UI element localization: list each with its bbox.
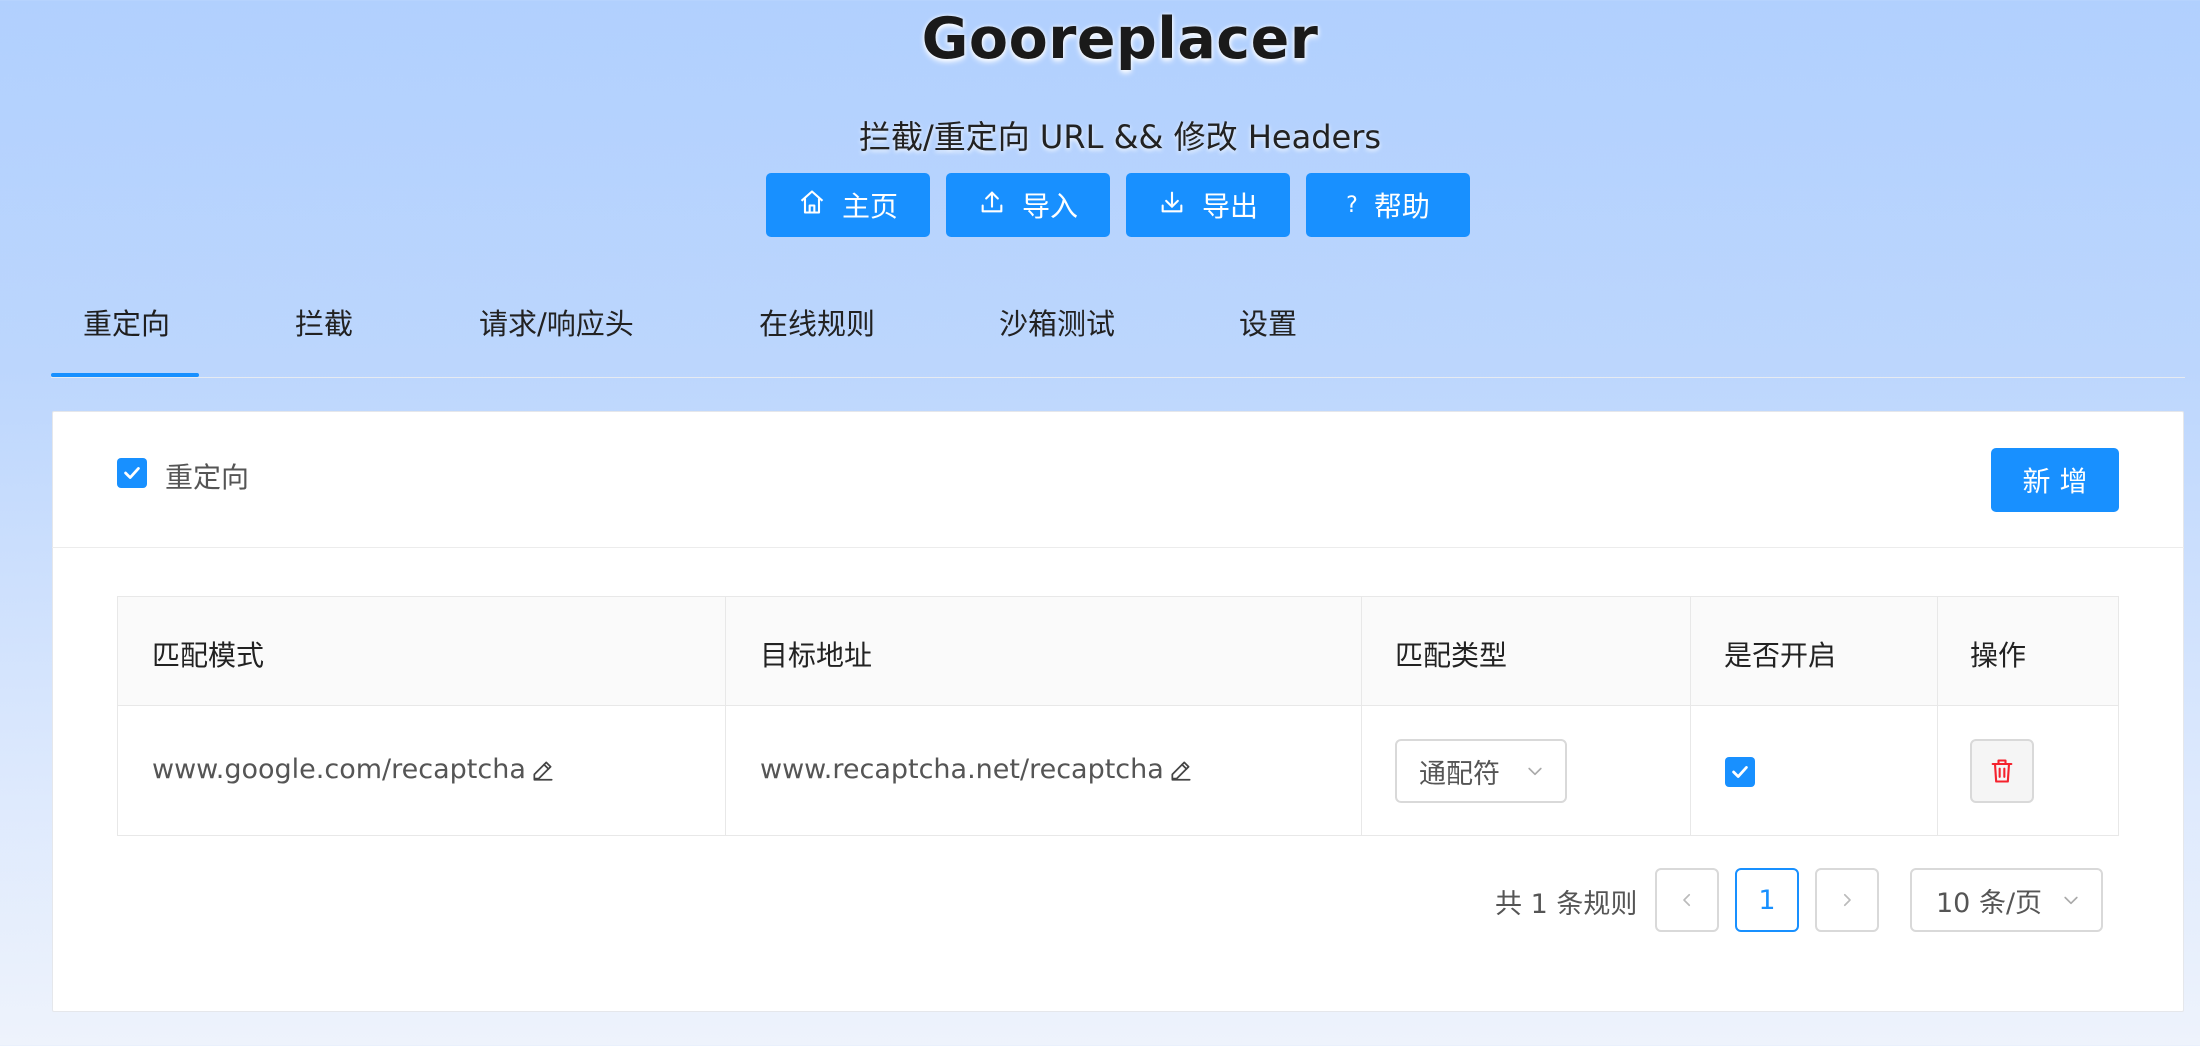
export-button[interactable]: 导出 [1126, 173, 1290, 237]
column-divider [1937, 597, 1938, 835]
check-icon [1732, 766, 1748, 778]
page-size-select[interactable]: 10 条/页 [1910, 868, 2103, 932]
column-divider [1690, 597, 1691, 835]
table-row: www.google.com/recaptcha [152, 754, 556, 785]
upload-icon [978, 188, 1006, 223]
column-header-actions: 操作 [1970, 639, 2027, 672]
chevron-down-icon [2064, 896, 2078, 905]
question-icon: ? [1346, 192, 1358, 218]
page-size-value: 10 条/页 [1936, 887, 2043, 919]
pagination-total: 共 1 条规则 [1495, 889, 1638, 920]
download-icon [1158, 188, 1186, 223]
home-label: 主页 [841, 190, 898, 223]
rules-table [117, 596, 2119, 836]
page-button-current[interactable]: 1 [1735, 868, 1799, 932]
tab-redirect[interactable]: 重定向 [83, 298, 170, 378]
home-button[interactable]: 主页 [766, 173, 930, 237]
column-header-enabled: 是否开启 [1724, 639, 1837, 672]
column-divider [725, 597, 726, 835]
help-button[interactable]: ? 帮助 [1306, 173, 1470, 237]
app-title: Gooreplacer [921, 6, 1319, 72]
prev-page-button[interactable] [1655, 868, 1719, 932]
check-icon [124, 467, 140, 479]
tab-settings[interactable]: 设置 [1239, 298, 1297, 378]
tab-headers[interactable]: 请求/响应头 [479, 298, 634, 378]
column-divider [1361, 597, 1362, 835]
trash-icon [1991, 759, 2013, 783]
import-button[interactable]: 导入 [946, 173, 1110, 237]
redirect-enable-checkbox[interactable] [117, 458, 147, 488]
card-divider [52, 547, 2184, 548]
help-label: 帮助 [1373, 190, 1430, 223]
edit-icon[interactable] [1168, 757, 1194, 783]
table-header-divider [118, 705, 2118, 706]
tab-sandbox[interactable]: 沙箱测试 [999, 298, 1115, 378]
edit-icon[interactable] [530, 757, 556, 783]
column-header-target: 目标地址 [760, 639, 873, 672]
export-label: 导出 [1201, 190, 1258, 223]
match-type-value: 通配符 [1419, 758, 1500, 790]
tabs-divider [51, 377, 2185, 378]
match-type-select[interactable]: 通配符 [1395, 739, 1567, 803]
column-header-pattern: 匹配模式 [152, 639, 265, 672]
delete-rule-button[interactable] [1970, 739, 2034, 803]
tab-block[interactable]: 拦截 [295, 298, 353, 378]
chevron-down-icon [1528, 767, 1542, 776]
home-icon [798, 188, 826, 223]
app-subtitle: 拦截/重定向 URL && 修改 Headers [858, 118, 1382, 156]
import-label: 导入 [1021, 190, 1078, 223]
rule-enabled-checkbox[interactable] [1725, 757, 1755, 787]
chevron-right-icon [1843, 893, 1851, 907]
chevron-left-icon [1683, 893, 1691, 907]
tab-online-rules[interactable]: 在线规则 [759, 298, 875, 378]
rule-target: www.recaptcha.net/recaptcha [760, 754, 1164, 785]
tab-bar: 重定向 拦截 请求/响应头 在线规则 沙箱测试 设置 [52, 298, 2184, 378]
redirect-enable-label: 重定向 [165, 461, 250, 494]
table-cell-target: www.recaptcha.net/recaptcha [760, 754, 1194, 785]
rule-pattern: www.google.com/recaptcha [152, 754, 526, 785]
next-page-button[interactable] [1815, 868, 1879, 932]
add-rule-button[interactable]: 新 增 [1991, 448, 2119, 512]
column-header-match-type: 匹配类型 [1395, 639, 1508, 672]
